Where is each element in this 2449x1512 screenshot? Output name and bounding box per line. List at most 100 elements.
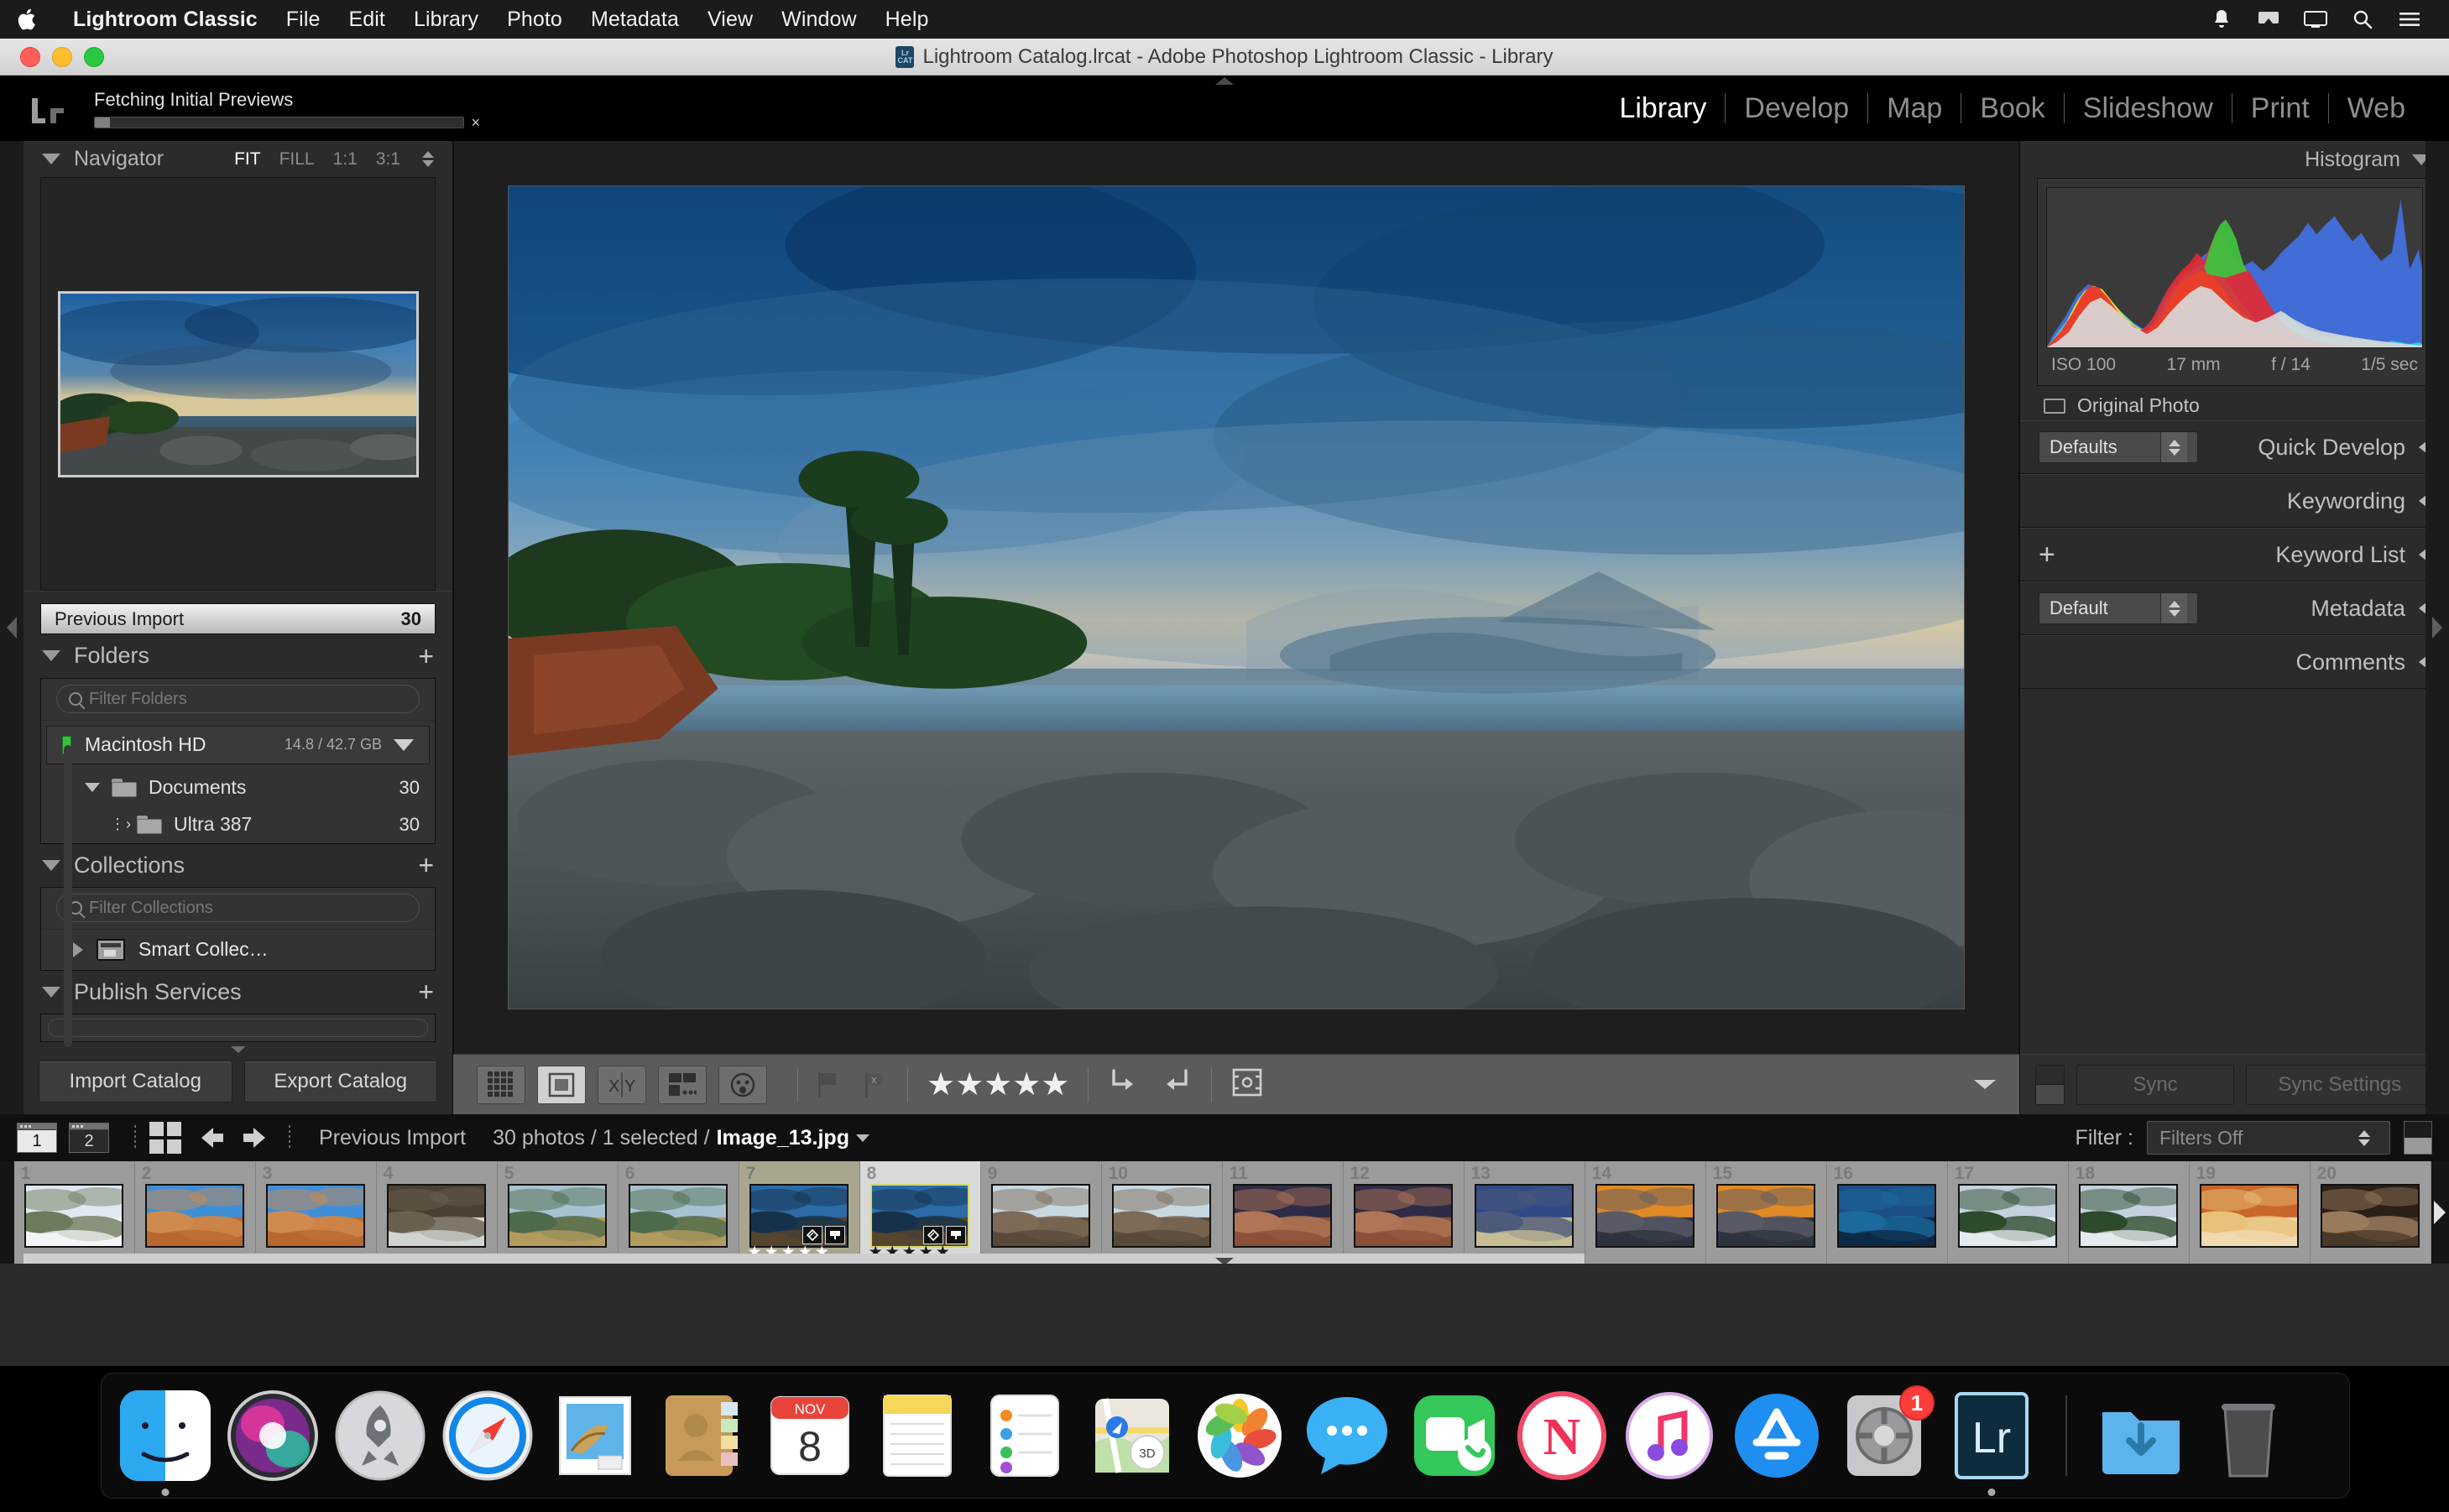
add-keyword-button[interactable]: + [2039,540,2055,569]
navigator-preview[interactable] [40,177,436,591]
notification-bell-icon[interactable] [2209,7,2234,32]
module-web[interactable]: Web [2329,92,2424,125]
chevron-down-icon[interactable] [42,650,60,662]
collection-row-smart-collections[interactable]: Smart Collec… [41,930,435,970]
add-publish-service-button[interactable]: + [418,978,434,1005]
filter-folders-input[interactable]: Filter Folders [56,685,420,714]
section-metadata[interactable]: Default Metadata [2020,581,2449,635]
flag-reject-icon[interactable]: x [864,1071,889,1099]
folders-header[interactable]: Folders + [23,634,452,677]
folder-row-documents[interactable]: Documents 30 [41,769,435,806]
filmstrip-thumbnail[interactable] [24,1184,124,1248]
loupe-view-icon[interactable] [537,1065,586,1104]
downloads-folder-icon[interactable] [2096,1390,2186,1481]
histogram-graph[interactable] [2046,187,2423,348]
stepper-icon[interactable] [2351,1123,2378,1153]
menu-item-window[interactable]: Window [767,8,871,32]
module-print[interactable]: Print [2232,92,2328,125]
left-panel-collapse-handle[interactable] [0,141,23,1114]
people-view-icon[interactable] [718,1065,767,1104]
top-panel-toggle-arrow[interactable] [1215,77,1234,85]
filmstrip-thumbnail[interactable] [1716,1184,1816,1248]
itunes-icon[interactable] [1624,1390,1715,1481]
filmstrip-cell[interactable]: 3 [255,1161,377,1264]
filmstrip-cell[interactable]: 19 [2189,1161,2311,1264]
filmstrip-cell[interactable]: 7 ★★★★★ [739,1161,860,1264]
develop-badge-icon[interactable] [825,1226,846,1244]
mail-icon[interactable] [550,1390,640,1481]
filmstrip-cell[interactable]: 1 [13,1161,135,1264]
crop-overlay-icon[interactable] [1230,1066,1264,1103]
filmstrip-thumbnail[interactable] [145,1184,245,1248]
stepper-icon[interactable] [2160,432,2187,462]
grid-toggle-icon[interactable] [149,1122,181,1154]
filmstrip-thumbnail[interactable] [1595,1184,1695,1248]
control-center-icon[interactable] [2397,7,2422,32]
chevron-right-icon[interactable]: ⋮› [110,816,131,833]
menu-item-edit[interactable]: Edit [334,8,399,32]
filmstrip-cell[interactable]: 17 [1947,1161,2069,1264]
section-comments[interactable]: Comments [2020,635,2449,689]
add-folder-button[interactable]: + [418,643,434,670]
module-slideshow[interactable]: Slideshow [2065,92,2232,125]
contacts-icon[interactable] [657,1390,748,1481]
flag-pick-icon[interactable] [817,1071,842,1099]
facetime-icon[interactable] [1409,1390,1500,1481]
cancel-progress-button[interactable]: × [471,115,480,130]
siri-icon[interactable] [227,1390,318,1481]
compare-view-icon[interactable]: XY [598,1065,646,1104]
menu-item-photo[interactable]: Photo [493,8,577,32]
filmstrip-cell[interactable]: 12 [1343,1161,1465,1264]
menu-item-file[interactable]: File [272,8,335,32]
launchpad-icon[interactable] [335,1390,426,1481]
filmstrip-cell[interactable]: 5 [497,1161,619,1264]
screen-layout-2-button[interactable]: 2 [69,1123,109,1153]
search-icon[interactable] [2350,7,2375,32]
filmstrip-cell[interactable]: 20 [2310,1161,2431,1264]
system-preferences-icon[interactable]: 1 [1839,1385,1935,1481]
chevron-down-icon[interactable] [42,154,60,165]
lightroom-classic-icon[interactable]: Lr [1946,1390,2037,1496]
chevron-down-icon[interactable] [42,859,60,871]
module-book[interactable]: Book [1961,92,2064,125]
filmstrip-thumbnail[interactable] [2321,1184,2420,1248]
maps-icon[interactable]: 3D [1087,1390,1178,1481]
filmstrip-cell[interactable]: 2 [134,1161,256,1264]
calendar-icon[interactable]: NOV 8 [765,1390,855,1481]
menu-item-lightroom-classic[interactable]: Lightroom Classic [59,8,272,32]
catalog-source-previous-import[interactable]: Previous Import 30 [40,602,436,635]
airplay-icon[interactable] [2256,7,2281,32]
stepper-icon[interactable] [2160,593,2187,623]
filmstrip-cell[interactable]: 9 [980,1161,1102,1264]
filmstrip-cell[interactable]: 14 [1585,1161,1706,1264]
folder-row-ultra-387[interactable]: ⋮› Ultra 387 30 [41,806,435,843]
filmstrip-thumbnail[interactable] [870,1184,970,1248]
reminders-icon[interactable] [979,1390,1070,1481]
rotate-right-icon[interactable] [1159,1067,1193,1102]
apple-logo-icon[interactable] [15,5,40,34]
filmstrip-thumbnail[interactable] [2079,1184,2179,1248]
filmstrip-thumbnail[interactable] [387,1184,487,1248]
auto-sync-toggle[interactable] [2035,1064,2065,1105]
thumbnail-badges-toggle[interactable] [2404,1121,2432,1155]
histogram-header[interactable]: Histogram [2020,141,2449,178]
volume-macintosh-hd[interactable]: Macintosh HD 14.8 / 42.7 GB [46,725,430,764]
rating-stars[interactable]: ★★★★★ [927,1069,1069,1101]
left-panel-scroll-arrow[interactable] [39,1042,437,1057]
navigate-back-icon[interactable] [198,1125,227,1150]
filmstrip-thumbnail[interactable] [1958,1184,2058,1248]
crop-badge-icon[interactable] [802,1226,823,1244]
messages-icon[interactable] [1302,1390,1392,1481]
trash-icon[interactable] [2203,1390,2294,1481]
filmstrip-thumbnail[interactable] [991,1184,1091,1248]
filmstrip[interactable]: 1 2 3 4 5 6 7 ★★★★★ 8 ★★★★★ 9 10 11 12 13 14 15 16 17 18 19 2… [0,1161,2449,1264]
chevron-down-icon[interactable] [85,783,100,793]
filmstrip-cell[interactable]: 11 [1222,1161,1344,1264]
original-photo-checkbox-icon[interactable] [2044,398,2065,414]
filmstrip-thumbnail[interactable] [2200,1184,2300,1248]
navigator-header[interactable]: Navigator FIT FILL 1:1 3:1 [23,141,452,177]
filmstrip-source-title[interactable]: Previous Import [319,1126,466,1150]
publish-services-header[interactable]: Publish Services + [23,971,452,1014]
right-panel-collapse-handle[interactable] [2426,141,2449,1114]
finder-icon[interactable] [120,1390,211,1496]
